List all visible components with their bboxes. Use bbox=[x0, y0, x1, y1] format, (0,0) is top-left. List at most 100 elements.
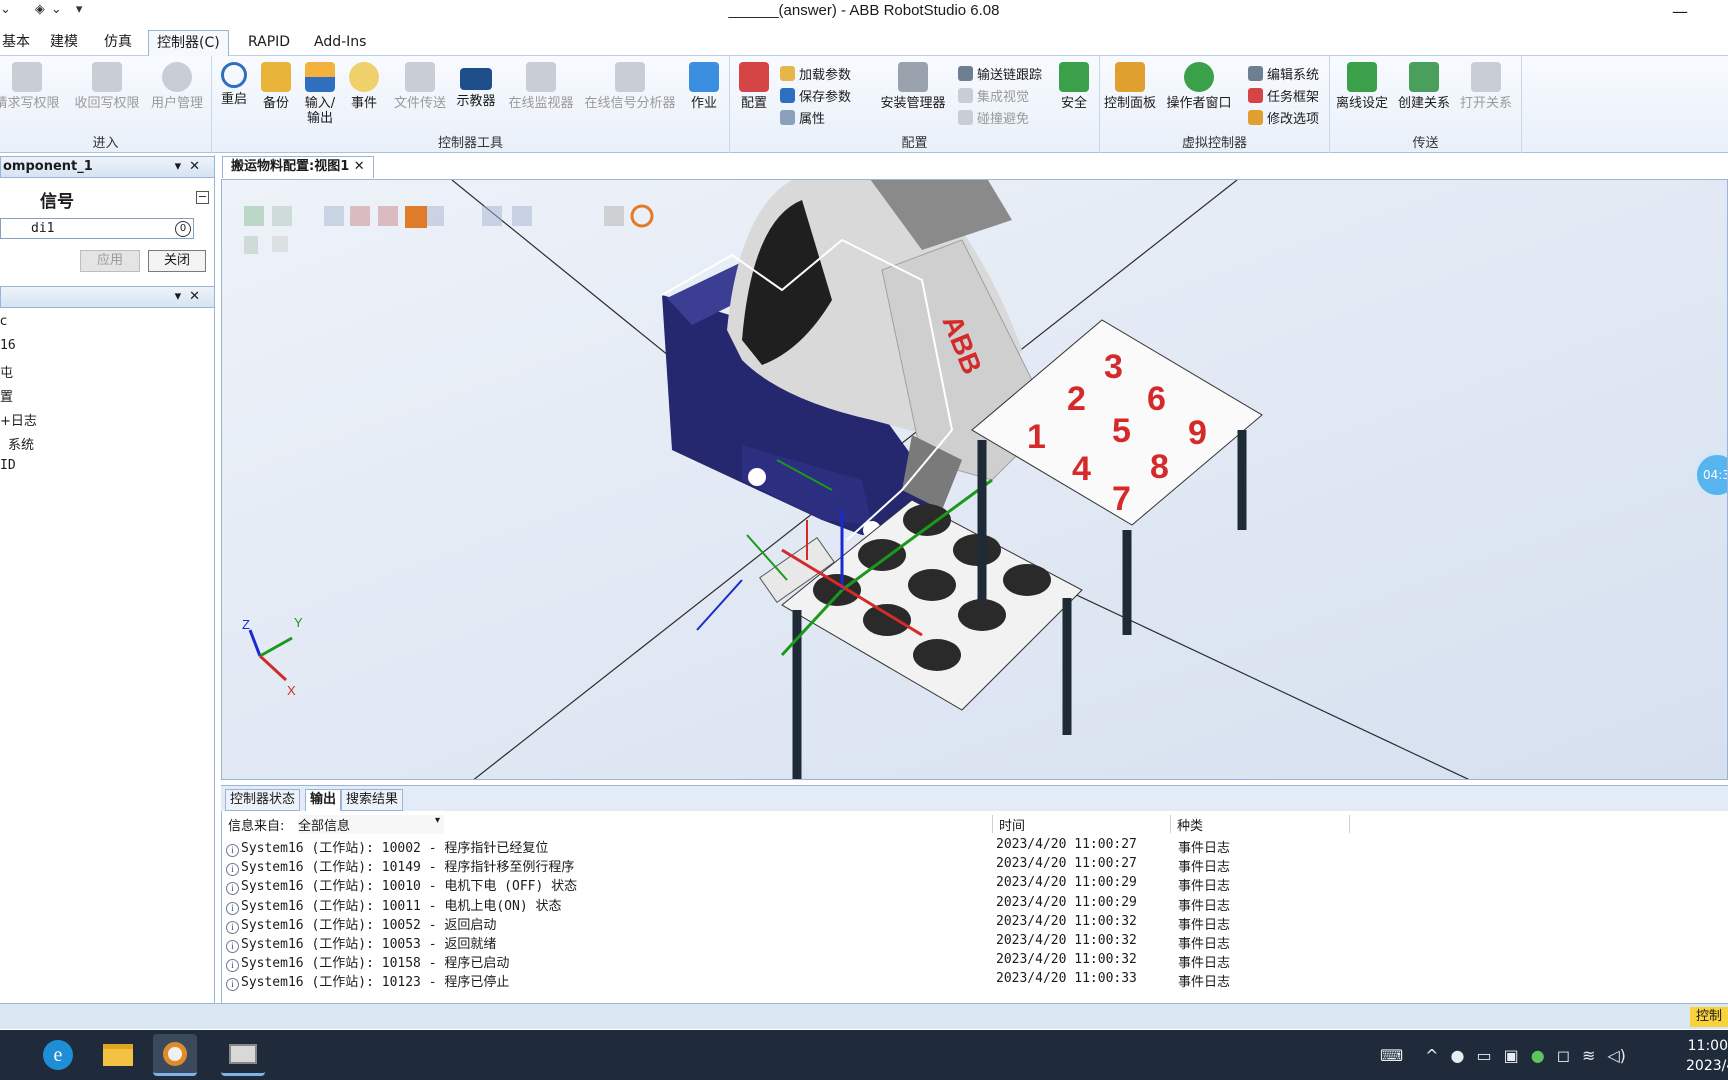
tree-item-id[interactable]: ID bbox=[0, 458, 16, 473]
integrated-vision-button[interactable]: 集成视觉 bbox=[958, 86, 1029, 105]
close-button[interactable]: 关闭 bbox=[148, 250, 206, 272]
tree-item[interactable]: 屯 bbox=[0, 362, 13, 381]
microphone-icon[interactable]: ● bbox=[1451, 1046, 1465, 1065]
tab-modeling[interactable]: 建模 bbox=[42, 30, 86, 56]
controller-status-badge[interactable]: 控制 bbox=[1689, 1007, 1728, 1027]
app-tray-icon[interactable]: ◻ bbox=[1557, 1046, 1570, 1065]
control-panel-icon bbox=[1115, 62, 1145, 92]
io-button[interactable]: 输入/ 输出 bbox=[300, 62, 340, 126]
signal-name-field[interactable]: di1 bbox=[0, 218, 194, 239]
output-row[interactable]: i System16 (工作站): 10053 - 返回就绪 2023/4/20 1… bbox=[226, 933, 1726, 953]
task-frames-button[interactable]: 任务框架 bbox=[1248, 86, 1319, 105]
output-row[interactable]: i System16 (工作站): 10158 - 程序已启动 2023/4/20 … bbox=[226, 952, 1726, 973]
tab-controller-status[interactable]: 控制器状态 bbox=[225, 789, 301, 811]
wechat-icon[interactable]: ● bbox=[1531, 1046, 1545, 1065]
tab-search-results[interactable]: 搜索结果 bbox=[341, 789, 404, 811]
view-toolbar[interactable] bbox=[244, 206, 624, 254]
browser-app-icon[interactable]: e bbox=[36, 1034, 80, 1076]
tree-item[interactable]: c bbox=[0, 314, 7, 329]
chevron-up-icon[interactable]: ^ bbox=[1425, 1046, 1438, 1065]
col-type-header[interactable]: 种类 bbox=[1170, 815, 1350, 834]
signal-analyzer-button[interactable]: 在线信号分析器 bbox=[580, 62, 680, 111]
flexpendant-button[interactable]: 示教器 bbox=[452, 62, 500, 109]
open-relation-button[interactable]: 打开关系 bbox=[1456, 62, 1516, 111]
col-time-header[interactable]: 时间 bbox=[992, 815, 1152, 834]
restart-button[interactable]: 重启 bbox=[216, 62, 252, 107]
vision-icon bbox=[958, 88, 973, 103]
volume-icon[interactable]: ◁) bbox=[1607, 1046, 1626, 1065]
create-relation-button[interactable]: 创建关系 bbox=[1394, 62, 1454, 111]
modify-options-button[interactable]: 修改选项 bbox=[1248, 108, 1319, 127]
axis-label-z: Z bbox=[242, 617, 250, 632]
output-row[interactable]: i System16 (工作站): 10011 - 电机上电(ON) 状态 2023… bbox=[226, 894, 1726, 915]
conveyor-tracking-button[interactable]: 输送链跟踪 bbox=[958, 64, 1042, 83]
clock[interactable]: 11:00 2023/4 bbox=[1686, 1036, 1728, 1076]
save-params-button[interactable]: 保存参数 bbox=[780, 86, 851, 105]
info-icon: i bbox=[226, 901, 239, 915]
tab-controller[interactable]: 控制器(C) bbox=[148, 30, 229, 56]
output-time: 2023/4/20 11:00:29 bbox=[996, 894, 1137, 910]
panel-controls-2[interactable]: ▾✕ bbox=[175, 287, 208, 307]
display-icon[interactable]: ▣ bbox=[1504, 1046, 1519, 1065]
battery-icon[interactable]: ▭ bbox=[1476, 1046, 1491, 1065]
close-tab-icon[interactable]: ✕ bbox=[354, 159, 365, 174]
tab-addins[interactable]: Add-Ins bbox=[306, 30, 374, 56]
config-button[interactable]: 配置 bbox=[736, 62, 772, 111]
jobs-button[interactable]: 作业 bbox=[686, 62, 722, 111]
output-row[interactable]: i System16 (工作站): 10052 - 返回启动 2023/4/20 1… bbox=[226, 914, 1726, 934]
tree-item[interactable]: 16 bbox=[0, 338, 16, 353]
output-message: i System16 (工作站): 10052 - 返回启动 bbox=[226, 914, 496, 934]
output-row[interactable]: i System16 (工作站): 10123 - 程序已停止 2023/4/20 … bbox=[226, 971, 1726, 992]
tree-item-system[interactable]: 系统 bbox=[8, 434, 34, 453]
tree-item[interactable]: 置 bbox=[0, 386, 13, 405]
save-params-icon bbox=[780, 88, 795, 103]
operator-window-button[interactable]: 操作者窗口 bbox=[1162, 62, 1236, 111]
request-write-button[interactable]: 请求写权限 bbox=[0, 62, 62, 111]
robotstudio-app-icon[interactable] bbox=[153, 1034, 197, 1076]
online-monitor-button[interactable]: 在线监视器 bbox=[504, 62, 578, 111]
wifi-icon[interactable]: ≋ bbox=[1582, 1046, 1595, 1065]
properties-icon bbox=[780, 110, 795, 125]
ribbon-tabs: 基本 建模 仿真 控制器(C) RAPID Add-Ins bbox=[0, 26, 1728, 56]
source-select[interactable]: 全部信息 ▾ bbox=[298, 815, 444, 834]
tab-rapid[interactable]: RAPID bbox=[240, 30, 298, 56]
file-transfer-button[interactable]: 文件传送 bbox=[390, 62, 450, 111]
snap-icon[interactable] bbox=[630, 204, 654, 228]
output-row[interactable]: i System16 (工作站): 10149 - 程序指针移至例行程序 2023/… bbox=[226, 856, 1726, 877]
install-manager-button[interactable]: 安装管理器 bbox=[876, 62, 950, 111]
output-tabs: 控制器状态 输出 搜索结果 bbox=[221, 785, 1728, 811]
collision-avoidance-button[interactable]: 碰撞避免 bbox=[958, 108, 1029, 127]
user-manage-button[interactable]: 用户管理 bbox=[146, 62, 208, 111]
keyboard-icon[interactable]: ⌨ bbox=[1380, 1046, 1403, 1065]
tree-item-event-log[interactable]: +日志 bbox=[0, 410, 37, 429]
load-params-button[interactable]: 加载参数 bbox=[780, 64, 851, 83]
offline-settings-button[interactable]: 离线设定 bbox=[1332, 62, 1392, 111]
tab-simulation[interactable]: 仿真 bbox=[96, 30, 140, 56]
info-icon: i bbox=[226, 863, 239, 877]
left-panel: omponent_1 ▾✕ 信号 − di1 0 应用 关闭 ▾✕ c 16 屯 … bbox=[0, 155, 215, 1003]
source-label: 信息来自: bbox=[228, 819, 285, 834]
control-panel-button[interactable]: 控制面板 bbox=[1100, 62, 1160, 111]
file-explorer-icon[interactable] bbox=[96, 1034, 140, 1076]
safety-button[interactable]: 安全 bbox=[1054, 62, 1094, 111]
output-row[interactable]: i System16 (工作站): 10002 - 程序指针已经复位 2023/4/… bbox=[226, 837, 1726, 857]
media-app-icon[interactable] bbox=[221, 1034, 265, 1076]
panel-controls[interactable]: ▾✕ bbox=[175, 157, 208, 177]
apply-button[interactable]: 应用 bbox=[80, 250, 140, 272]
signal-value-indicator[interactable]: 0 bbox=[175, 221, 191, 237]
output-row[interactable]: i System16 (工作站): 10010 - 电机下电 (OFF) 状态 20… bbox=[226, 875, 1726, 896]
viewport-3d[interactable]: ABB 1 2 3 4 5 6 7 8 9 Z Y X 04: bbox=[221, 179, 1728, 780]
events-button[interactable]: 事件 bbox=[346, 62, 382, 111]
view-tool-active[interactable] bbox=[405, 206, 427, 228]
properties-button[interactable]: 属性 bbox=[780, 108, 825, 127]
collapse-icon[interactable]: − bbox=[196, 191, 209, 204]
tab-output[interactable]: 输出 bbox=[305, 789, 342, 811]
backup-button[interactable]: 备份 bbox=[258, 62, 294, 111]
document-tab[interactable]: 搬运物料配置:视图1 ✕ bbox=[222, 156, 374, 178]
minimize-icon[interactable]: — bbox=[1672, 2, 1688, 21]
group-access: 请求写权限 收回写权限 用户管理 进入 bbox=[0, 56, 212, 153]
tab-home[interactable]: 基本 bbox=[0, 30, 38, 56]
edit-system-button[interactable]: 编辑系统 bbox=[1248, 64, 1319, 83]
info-icon: i bbox=[226, 940, 239, 953]
revoke-write-button[interactable]: 收回写权限 bbox=[70, 62, 144, 111]
